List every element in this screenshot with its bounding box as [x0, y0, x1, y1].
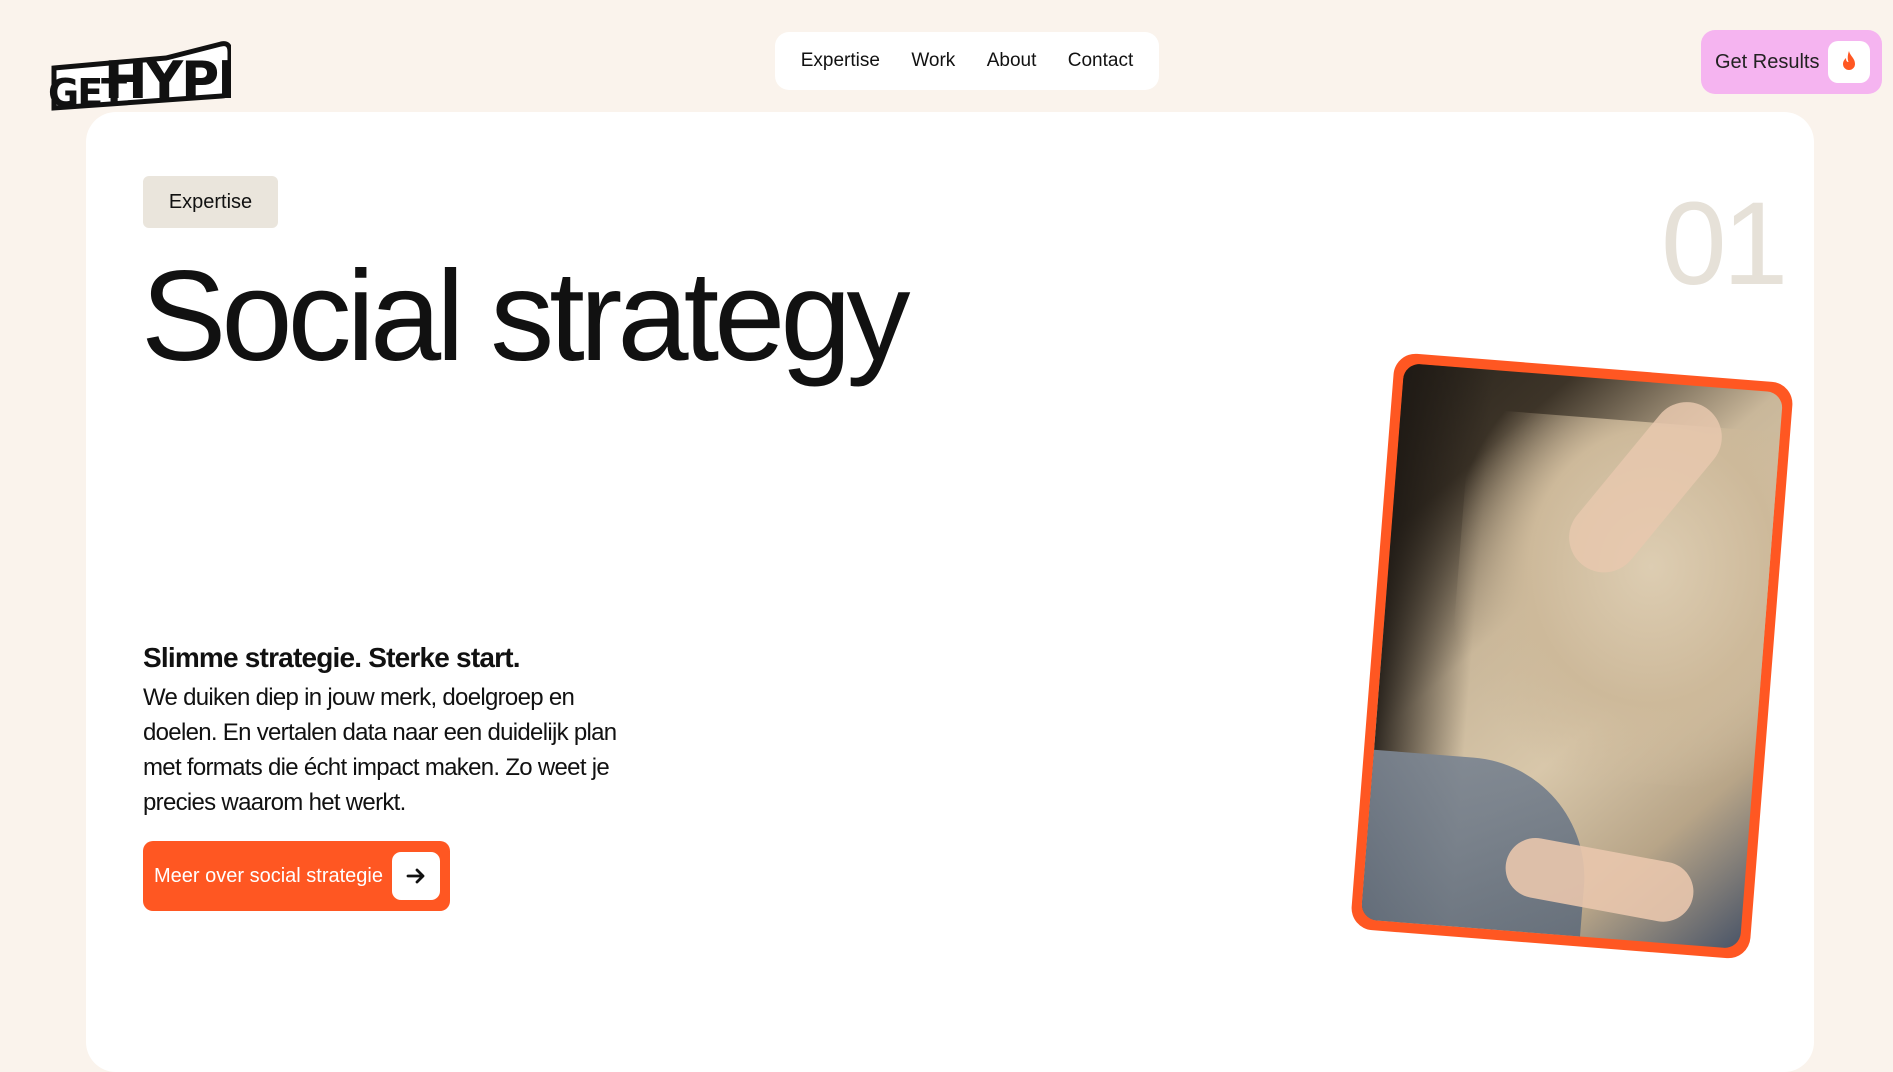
- main-nav: Expertise Work About Contact: [775, 32, 1159, 90]
- page-title: Social strategy: [141, 245, 910, 388]
- logo-mark: GET HYPED: [48, 41, 231, 114]
- nav-item-contact[interactable]: Contact: [1068, 50, 1133, 72]
- hero-subhead: Slimme strategie. Sterke start.: [143, 642, 521, 673]
- expertise-tag: Expertise: [143, 176, 278, 228]
- hero-card: Expertise Social strategy 01 Slimme stra…: [86, 112, 1814, 1072]
- photo-sweater: [1442, 408, 1784, 793]
- get-results-button[interactable]: Get Results: [1701, 30, 1882, 94]
- flame-icon: [1843, 51, 1855, 70]
- section-number: 01: [1661, 178, 1788, 310]
- more-social-strategy-label: Meer over social strategie: [154, 864, 383, 887]
- hero-photo: [1360, 362, 1784, 950]
- flame-icon-box: [1828, 41, 1870, 83]
- nav-item-expertise[interactable]: Expertise: [801, 50, 880, 72]
- logo-hyped: HYPED: [104, 51, 231, 111]
- hero-body-text: We duiken diep in jouw merk, doelgroep e…: [143, 684, 617, 816]
- get-results-label: Get Results: [1715, 50, 1820, 73]
- arrow-icon-box: [392, 852, 440, 900]
- nav-item-work[interactable]: Work: [911, 50, 955, 72]
- hero-image-frame: [1349, 352, 1795, 960]
- arrow-right-icon: [406, 868, 425, 884]
- logo[interactable]: GET HYPED: [46, 38, 231, 114]
- nav-item-about[interactable]: About: [987, 50, 1037, 72]
- more-social-strategy-button[interactable]: Meer over social strategie: [143, 841, 450, 911]
